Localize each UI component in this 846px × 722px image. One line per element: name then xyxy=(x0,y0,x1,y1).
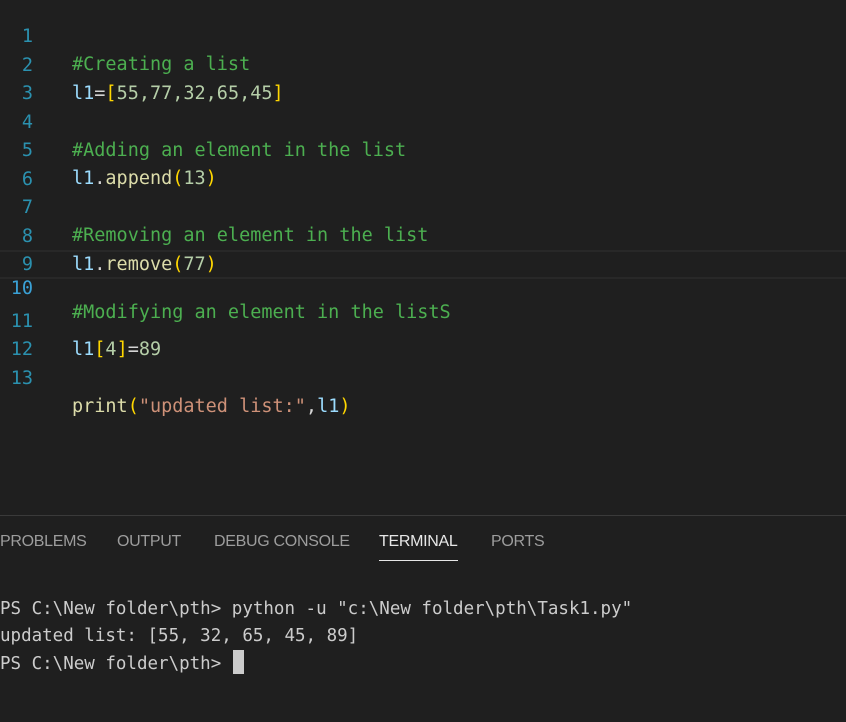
code-line-3[interactable]: 3 xyxy=(0,51,846,104)
tab-output[interactable]: OUTPUT xyxy=(117,533,181,561)
terminal-line: updated list: [55, 32, 65, 45, 89] xyxy=(0,626,359,646)
code-editor[interactable]: 1 #Creating a list 2 l1=[55,77,32,65,45]… xyxy=(0,0,846,515)
code-line-8[interactable]: 8 l1.remove(77) xyxy=(0,194,846,276)
code-line-6[interactable]: 6 xyxy=(0,137,846,190)
line-number: 13 xyxy=(10,367,33,389)
code-line-9[interactable]: 9 xyxy=(0,222,846,275)
bottom-panel: PROBLEMS OUTPUT DEBUG CONSOLE TERMINAL P… xyxy=(0,515,846,722)
terminal-cursor xyxy=(232,650,244,674)
tab-terminal[interactable]: TERMINAL xyxy=(379,533,458,561)
terminal-output[interactable]: PS C:\New folder\pth> python -u "c:\New … xyxy=(0,596,846,677)
code-line-2[interactable]: 2 l1=[55,77,32,65,45] xyxy=(0,23,846,105)
vscode-window: 1 #Creating a list 2 l1=[55,77,32,65,45]… xyxy=(0,0,846,722)
code-string: "updated list:" xyxy=(138,396,306,417)
code-bracket: ( xyxy=(127,396,139,417)
code-line-7[interactable]: 7 #Removing an element in the list xyxy=(0,165,846,247)
code-line-13[interactable]: 13 print("updated list:",l1) xyxy=(0,336,846,418)
code-line-1[interactable]: 1 #Creating a list xyxy=(0,0,846,76)
code-function: print xyxy=(72,396,128,417)
code-line-4[interactable]: 4 #Adding an element in the list xyxy=(0,80,846,162)
code-bracket: ) xyxy=(339,396,351,417)
code-line-5[interactable]: 5 l1.append(13) xyxy=(0,108,846,190)
code-line-12[interactable]: 12 xyxy=(0,307,846,360)
terminal-prompt-line[interactable]: PS C:\New folder\pth> xyxy=(0,650,846,677)
code-variable: l1 xyxy=(317,396,340,417)
code-operator: , xyxy=(305,396,318,417)
code-line-11[interactable]: 11 l1[4]=89 xyxy=(0,279,846,361)
terminal-line: PS C:\New folder\pth> python -u "c:\New … xyxy=(0,599,633,619)
tab-problems[interactable]: PROBLEMS xyxy=(0,533,87,561)
terminal-prompt: PS C:\New folder\pth> xyxy=(0,654,232,674)
code-line-10-current[interactable]: 10 #Modifying an element in the listS xyxy=(0,250,846,323)
tab-debug-console[interactable]: DEBUG CONSOLE xyxy=(214,533,350,561)
tab-ports[interactable]: PORTS xyxy=(491,533,545,561)
panel-tabs: PROBLEMS OUTPUT DEBUG CONSOLE TERMINAL P… xyxy=(0,516,846,571)
